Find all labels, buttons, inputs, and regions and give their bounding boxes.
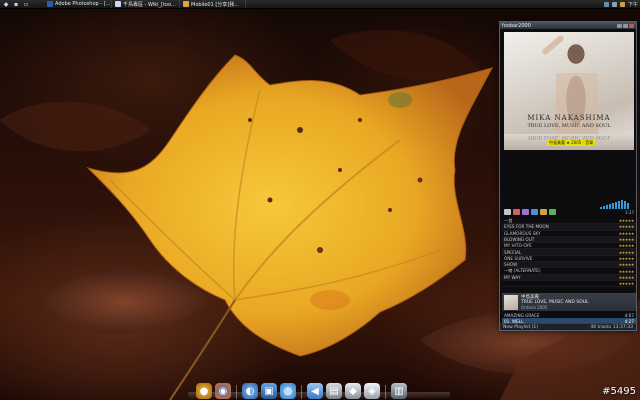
rating[interactable]: ★★★★★ [619,281,635,286]
arrow-icon[interactable]: ◀ [307,383,323,399]
monitor-icon[interactable]: ▣ [261,383,277,399]
now-playing-album: TRUE LOVE, MUSIC AND SOUL [521,299,589,305]
album-art: MIKA NAKASHIMA TRUE LOVE, MUSIC AND SOUL… [504,32,634,150]
window-title: foobar2000 [502,22,531,29]
playback-toolbar: 3:37 [504,208,634,216]
firefox-icon[interactable]: ◉ [215,383,231,399]
rating[interactable]: ★★★★★ [619,262,635,267]
stop-button[interactable] [504,209,511,215]
dock-separator [301,385,302,399]
close-button[interactable] [629,23,634,28]
home-icon[interactable]: ▪ [12,1,20,8]
top-panel: ◆ ▪ ▫ Adobe Photoshop - [... 千鳥專區 - Wiki… [0,0,640,9]
dock-separator [385,385,386,399]
rating[interactable]: ★★★★★ [619,256,635,261]
globe-icon[interactable]: ◍ [280,383,296,399]
album-thumbnail [504,294,518,310]
playback-time: 3:37 [625,209,634,215]
album-title: TRUE LOVE, MUSIC AND SOUL [527,123,611,129]
album-label: 中島美嘉 ★ 2005 · 音樂 [547,140,596,146]
rating[interactable]: ★★★★★ [619,224,635,229]
disc-icon[interactable]: ◈ [364,383,380,399]
rating[interactable]: ★★★★★ [619,231,635,236]
now-playing-info: Ontario 2005 [521,304,548,310]
task-label: Adobe Photoshop - [... [55,1,111,7]
rating[interactable]: ★★★★★ [619,243,635,248]
task-label: 千鳥專區 - Wiki_[too... [123,1,176,8]
artist-name: MIKA NAKASHIMA [527,114,611,122]
volume-icon[interactable] [611,2,617,7]
network-icon[interactable] [603,2,609,7]
play-button[interactable] [513,209,520,215]
clock[interactable]: 下午 [628,1,638,8]
previous-button[interactable] [531,209,538,215]
taskbar-item-wiki[interactable]: 千鳥專區 - Wiki_[too... [112,0,180,8]
playlist-name[interactable]: New Playlist (1) [503,325,538,330]
task-label: Mobile01 [分享]我... [191,1,240,8]
next-button[interactable] [540,209,547,215]
pause-button[interactable] [522,209,529,215]
now-playing-panel[interactable]: 中島美嘉 TRUE LOVE, MUSIC AND SOUL Ontario 2… [502,293,636,311]
minimize-button[interactable] [617,23,622,28]
drive-icon[interactable]: ▤ [326,383,342,399]
terminal-icon[interactable]: ▫ [22,1,30,8]
window-titlebar[interactable]: foobar2000 [500,22,636,29]
status-bar: New Playlist (1) 46 tracks 13:37:33 [500,323,636,330]
system-tray: 下午 [603,0,638,9]
rating[interactable]: ★★★★★ [619,237,635,242]
rating[interactable]: ★★★★★ [619,269,635,274]
maximize-button[interactable] [623,23,628,28]
playlist: 一首 ★★★★★ EYES FOR THE MOON ★★★★★ GLAMOROUS… [502,218,636,288]
browser-icon [183,1,189,7]
taskbar-item-photoshop[interactable]: Adobe Photoshop - [... [44,0,112,8]
rating[interactable]: ★★★★★ [619,218,635,223]
dock-separator [236,385,237,399]
playlist-stats: 46 tracks 13:37:33 [590,324,633,330]
update-icon[interactable] [619,2,625,7]
taskbar-item-mobile01[interactable]: Mobile01 [分享]我... [180,0,246,8]
random-button[interactable] [549,209,556,215]
list-item[interactable]: ★★★★★ [502,281,636,288]
photoshop-icon [47,1,53,7]
browser-icon[interactable]: ◐ [242,383,258,399]
rating[interactable]: ★★★★★ [619,250,635,255]
rating[interactable]: ★★★★★ [619,275,635,280]
dock: ● ◉ ◐ ▣ ◍ ◀ ▤ ◆ ◈ ▥ [196,377,407,399]
foobar-window: foobar2000 MIKA NAKASHIMA TRUE LOVE, MUS… [499,21,637,331]
trash-icon[interactable]: ▥ [391,383,407,399]
menu-icon[interactable]: ◆ [2,1,10,8]
circle-icon[interactable]: ● [196,383,212,399]
music-icon[interactable]: ◆ [345,383,361,399]
watermark: #5495 [602,386,636,397]
browser-icon [115,1,121,7]
